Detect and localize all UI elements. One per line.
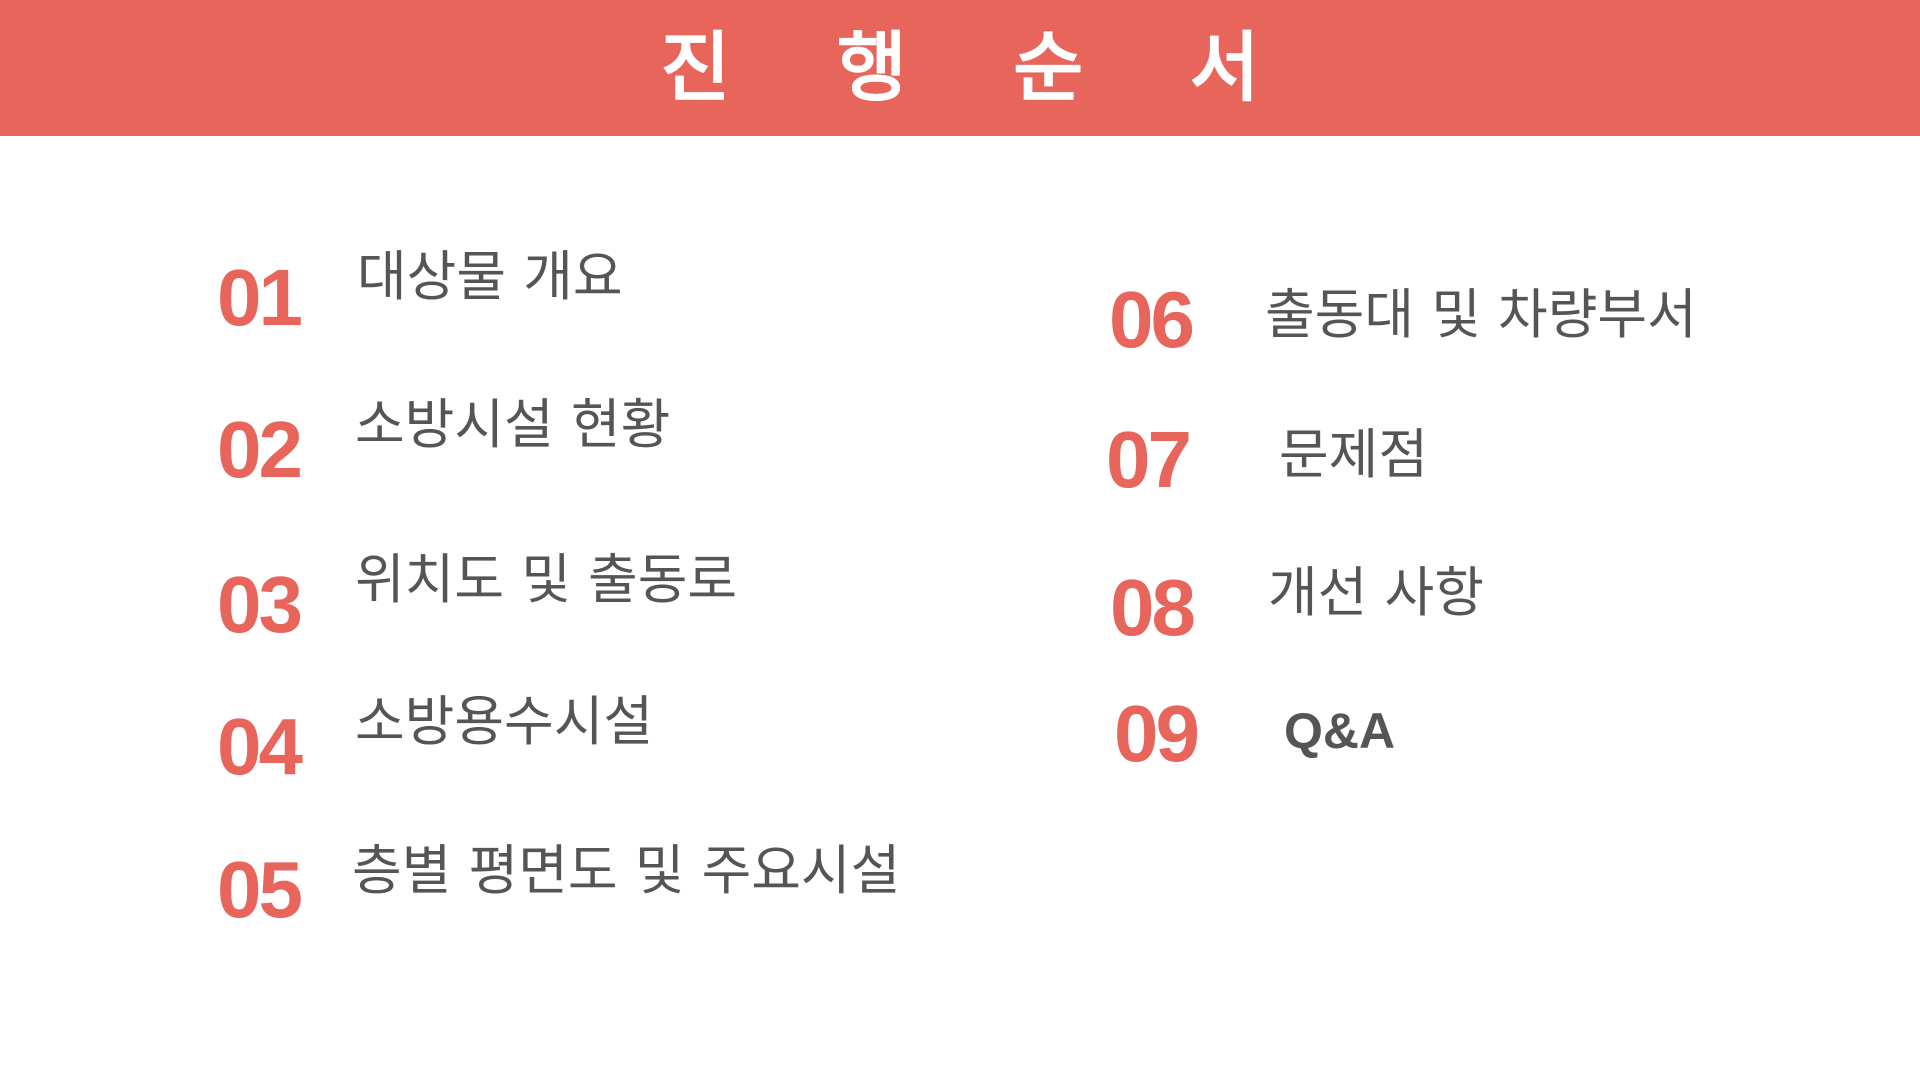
toc-item-06: 06 출동대 및 차량부서 (1109, 280, 1889, 370)
toc-item-09: 09 Q&A (1114, 694, 1714, 784)
toc-number: 08 (1110, 563, 1196, 652)
page-title: 진 행 순 서 (660, 23, 1300, 112)
toc-label: 층별 평면도 및 주요시설 (352, 839, 901, 902)
toc-item-05: 05 층별 평면도 및 주요시설 (217, 844, 1017, 940)
toc-number: 01 (217, 253, 303, 342)
toc-label: Q&A (1284, 703, 1396, 759)
toc-number: 07 (1106, 415, 1192, 504)
toc-number: 09 (1114, 689, 1200, 778)
toc-label: 대상물 개요 (357, 245, 623, 308)
toc-label: 위치도 및 출동로 (355, 548, 738, 611)
toc-item-04: 04 소방용수시설 (217, 695, 817, 797)
toc-label: 개선 사항 (1268, 561, 1484, 624)
slide: 진 행 순 서 01 대상물 개요 02 소방시설 현황 03 위치도 및 출동… (0, 0, 1920, 1080)
toc-item-03: 03 위치도 및 출동로 (217, 553, 867, 655)
toc-number: 06 (1109, 275, 1195, 364)
toc-number: 03 (217, 560, 303, 649)
toc-label: 출동대 및 차량부서 (1265, 283, 1697, 346)
toc-item-08: 08 개선 사항 (1110, 561, 1710, 658)
toc-number: 02 (217, 405, 303, 494)
toc-label: 소방시설 현황 (355, 393, 671, 456)
header-bar: 진 행 순 서 (0, 0, 1920, 136)
toc-number: 04 (217, 702, 303, 791)
toc-number: 05 (217, 845, 303, 934)
toc-item-07: 07 문제점 (1106, 420, 1706, 510)
toc-label: 소방용수시설 (355, 690, 654, 753)
toc-item-02: 02 소방시설 현황 (217, 398, 817, 500)
toc-label: 문제점 (1279, 423, 1429, 486)
toc-item-01: 01 대상물 개요 (217, 250, 817, 348)
